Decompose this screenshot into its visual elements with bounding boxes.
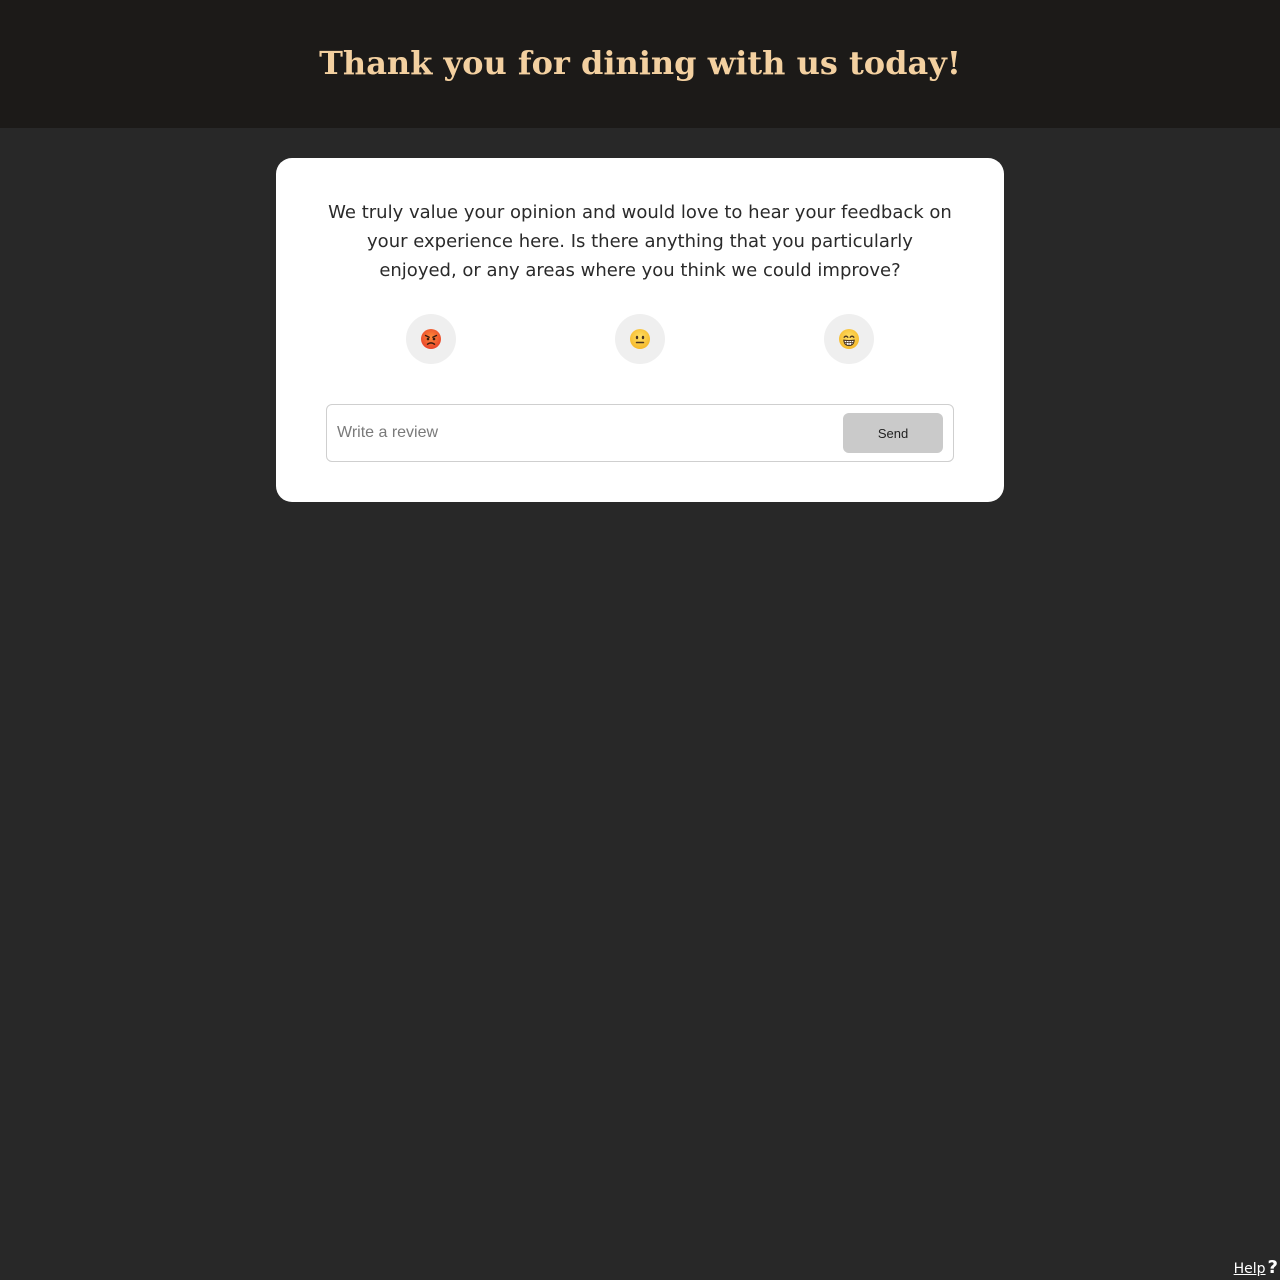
page-title: Thank you for dining with us today!	[319, 44, 961, 82]
question-mark-icon[interactable]: ?	[1268, 1259, 1278, 1277]
mood-happy-button[interactable]	[824, 314, 874, 364]
angry-face-icon	[421, 329, 441, 349]
grinning-face-icon	[839, 329, 859, 349]
mood-angry-button[interactable]	[406, 314, 456, 364]
feedback-card: We truly value your opinion and would lo…	[276, 158, 1004, 502]
feedback-prompt: We truly value your opinion and would lo…	[328, 202, 952, 281]
mood-neutral-button[interactable]	[615, 314, 665, 364]
review-input[interactable]	[337, 415, 837, 451]
send-button[interactable]: Send	[843, 413, 943, 453]
help-link[interactable]: Help	[1234, 1261, 1266, 1277]
header: Thank you for dining with us today!	[0, 0, 1280, 128]
neutral-face-icon	[630, 329, 650, 349]
review-form: Send	[326, 404, 954, 462]
help-widget: Help ?	[1234, 1259, 1278, 1278]
